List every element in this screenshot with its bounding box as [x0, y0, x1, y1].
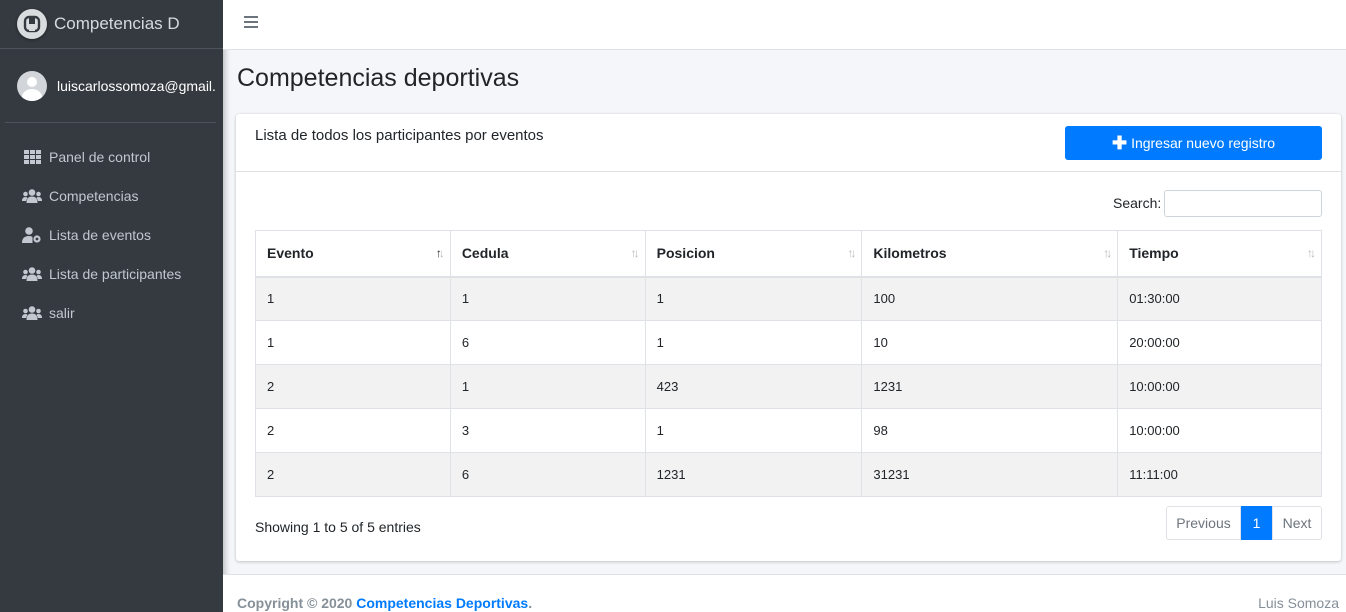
table-cell: 2: [255, 364, 451, 409]
table-cell: 2: [255, 452, 451, 497]
users-icon: [22, 188, 42, 204]
column-label: Posicion: [656, 245, 715, 262]
table-cell: 10: [861, 320, 1119, 365]
table-cell: 1: [644, 320, 863, 365]
add-record-button[interactable]: ✚ Ingresar nuevo registro: [1065, 126, 1322, 160]
table-header-row: Evento ↑↓ Cedula ↑↓ Posicion ↑↓ Kilometr…: [255, 230, 1322, 278]
column-header-kilometros[interactable]: Kilometros ↑↓: [861, 230, 1119, 278]
brand-link[interactable]: Competencias D: [0, 0, 223, 49]
table-cell: 01:30:00: [1117, 276, 1322, 321]
sidebar-item-lista-de-participantes[interactable]: Lista de participantes: [0, 254, 223, 293]
table-cell: 2: [255, 408, 451, 453]
pagination: Previous 1 Next: [1166, 506, 1322, 540]
sort-asc-icon: ↑↓: [435, 246, 445, 260]
table-row: 2 1 423 1231 10:00:00: [255, 364, 1322, 409]
user-email[interactable]: luiscarlossomoza@gmail.c: [57, 78, 216, 94]
sidebar-item-competencias[interactable]: Competencias: [0, 176, 223, 215]
users-icon: [22, 266, 42, 282]
table-cell: 1: [449, 364, 646, 409]
table-cell: 31231: [861, 452, 1119, 497]
participants-table: Evento ↑↓ Cedula ↑↓ Posicion ↑↓ Kilometr…: [255, 230, 1322, 497]
page-title: Competencias deportivas: [237, 64, 520, 92]
th-icon: [22, 149, 42, 165]
table-cell: 1: [449, 276, 646, 321]
card-header: Lista de todos los participantes por eve…: [236, 114, 1341, 172]
sidebar-nav: Panel de control Competencias Lista de e…: [0, 137, 223, 332]
column-header-tiempo[interactable]: Tiempo ↑↓: [1117, 230, 1322, 278]
column-header-evento[interactable]: Evento ↑↓: [255, 230, 451, 278]
column-header-cedula[interactable]: Cedula ↑↓: [449, 230, 646, 278]
sidebar-item-salir[interactable]: salir: [0, 293, 223, 332]
sort-icon: ↑↓: [1307, 246, 1316, 260]
table-cell: 100: [861, 276, 1119, 321]
add-record-label: Ingresar nuevo registro: [1131, 135, 1276, 151]
sidebar: Competencias D luiscarlossomoza@gmail.c …: [0, 0, 223, 612]
table-row: 2 6 1231 31231 11:11:00: [255, 452, 1322, 497]
table-cell: 1: [255, 276, 451, 321]
users-icon: [22, 305, 42, 321]
brand-logo-icon: [17, 9, 47, 39]
column-label: Tiempo: [1129, 245, 1179, 262]
table-row: 1 1 1 100 01:30:00: [255, 276, 1322, 321]
column-label: Kilometros: [873, 245, 947, 262]
card-title: Lista de todos los participantes por eve…: [255, 127, 544, 144]
footer: Copyright © 2020 Competencias Deportivas…: [223, 574, 1346, 612]
table-cell: 3: [449, 408, 646, 453]
sidebar-item-label: Panel de control: [49, 148, 151, 165]
table-cell: 10:00:00: [1117, 364, 1322, 409]
sort-icon: ↑↓: [1103, 246, 1112, 260]
column-label: Evento: [267, 245, 314, 262]
brand-title: Competencias D: [54, 14, 180, 33]
user-panel[interactable]: luiscarlossomoza@gmail.c: [5, 49, 216, 123]
copyright-link[interactable]: Competencias Deportivas: [356, 595, 528, 611]
table-cell: 6: [449, 452, 646, 497]
sort-icon: ↑↓: [630, 246, 640, 260]
table-info: Showing 1 to 5 of 5 entries: [255, 519, 421, 535]
participants-card: Lista de todos los participantes por eve…: [236, 114, 1341, 561]
copyright: Copyright © 2020 Competencias Deportivas…: [237, 595, 532, 611]
avatar: [17, 70, 47, 101]
plus-icon: ✚: [1111, 133, 1128, 153]
table-cell: 1: [644, 408, 863, 453]
table-row: 1 6 1 10 20:00:00: [255, 320, 1322, 365]
sidebar-item-label: Lista de participantes: [49, 265, 182, 282]
search-input[interactable]: [1164, 190, 1322, 217]
table-cell: 98: [861, 408, 1119, 453]
table-cell: 1231: [861, 364, 1119, 409]
table-cell: 10:00:00: [1117, 408, 1322, 453]
table-cell: 6: [449, 320, 646, 365]
table-cell: 1: [255, 320, 451, 365]
sidebar-item-lista-de-eventos[interactable]: Lista de eventos: [0, 215, 223, 254]
table-cell: 1231: [644, 452, 863, 497]
table-cell: 1: [644, 276, 863, 321]
top-navbar: [223, 0, 1346, 50]
table-cell: 11:11:00: [1117, 452, 1322, 497]
previous-page-button[interactable]: Previous: [1166, 506, 1241, 540]
next-page-button[interactable]: Next: [1272, 506, 1322, 540]
user-cog-icon: [22, 226, 42, 243]
sidebar-item-label: Lista de eventos: [49, 226, 151, 243]
menu-toggle-icon[interactable]: [244, 16, 258, 28]
column-label: Cedula: [461, 245, 509, 262]
sidebar-item-panel-de-control[interactable]: Panel de control: [0, 137, 223, 176]
table-cell: 423: [644, 364, 863, 409]
search-label: Search:: [1113, 195, 1162, 211]
sort-icon: ↑↓: [847, 246, 856, 260]
copyright-prefix: Copyright © 2020: [237, 595, 353, 611]
page-1-button[interactable]: 1: [1241, 506, 1272, 540]
sidebar-item-label: Competencias: [49, 187, 139, 204]
table-row: 2 3 1 98 10:00:00: [255, 408, 1322, 453]
copyright-suffix: .: [528, 595, 533, 611]
column-header-posicion[interactable]: Posicion ↑↓: [644, 230, 863, 278]
sidebar-item-label: salir: [49, 304, 75, 321]
table-cell: 20:00:00: [1117, 320, 1322, 365]
footer-author: Luis Somoza: [1258, 595, 1339, 611]
